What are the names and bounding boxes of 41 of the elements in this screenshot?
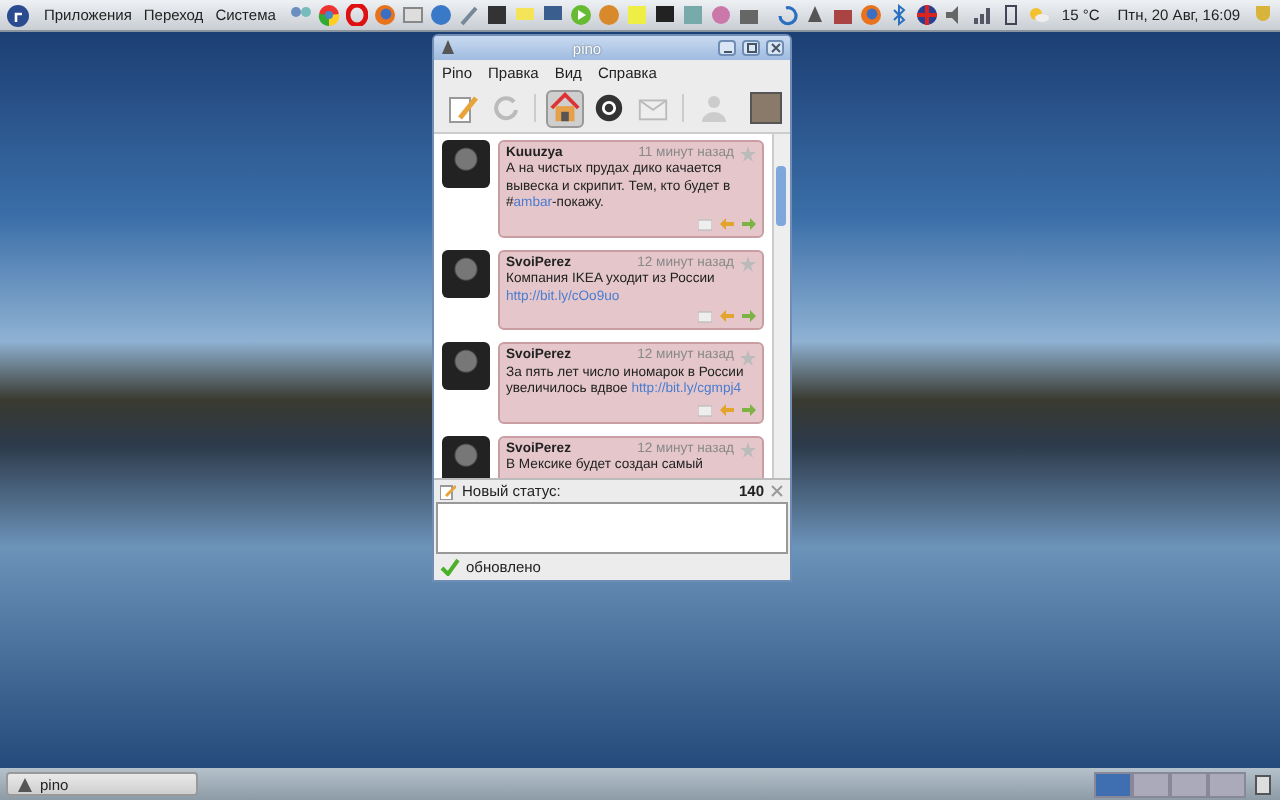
workspace-switcher[interactable] — [1208, 771, 1246, 797]
retweet-arrow-icon[interactable] — [742, 310, 756, 325]
maximize-button[interactable] — [742, 40, 760, 56]
reply-arrow-icon[interactable] — [720, 217, 734, 232]
close-button[interactable] — [766, 40, 784, 56]
workspace-switcher[interactable] — [1094, 771, 1132, 797]
pencil-icon — [445, 92, 477, 124]
workspace-switcher[interactable] — [1132, 771, 1170, 797]
reply-arrow-icon[interactable] — [720, 310, 734, 325]
maximize-icon — [745, 42, 757, 54]
view-tab[interactable] — [546, 89, 584, 127]
scrollbar[interactable] — [772, 134, 790, 478]
star-icon[interactable] — [740, 349, 756, 366]
close-icon — [769, 42, 781, 54]
checkmark-icon — [440, 558, 460, 576]
star-icon[interactable] — [740, 146, 756, 163]
workspace-switcher[interactable] — [1170, 771, 1208, 797]
bluetooth-icon[interactable] — [887, 4, 910, 26]
account-avatar[interactable] — [750, 92, 782, 124]
retweet-arrow-icon[interactable] — [742, 403, 756, 418]
edit-icon — [440, 483, 456, 499]
reply-arrow-icon[interactable] — [720, 403, 734, 418]
clear-icon[interactable] — [770, 484, 784, 498]
retweet-arrow-icon[interactable] — [742, 217, 756, 232]
signal-icon[interactable] — [971, 4, 994, 26]
play-icon[interactable] — [569, 4, 592, 26]
status-input-field[interactable] — [436, 502, 788, 554]
avatar-silhouette — [442, 140, 490, 188]
person-icon — [697, 92, 729, 124]
star-icon[interactable] — [740, 442, 756, 459]
avatar-silhouette — [442, 435, 490, 478]
envelope-icon[interactable] — [698, 310, 712, 325]
envelope-icon[interactable] — [698, 217, 712, 232]
star-icon[interactable] — [740, 256, 756, 273]
envelope-icon[interactable] — [698, 403, 712, 418]
home-icon — [548, 90, 582, 126]
avatar-silhouette — [442, 342, 490, 391]
avatar-silhouette — [442, 249, 490, 298]
refresh-icon — [489, 92, 521, 124]
update-icon[interactable] — [775, 4, 798, 26]
minimize-button[interactable] — [718, 40, 736, 56]
